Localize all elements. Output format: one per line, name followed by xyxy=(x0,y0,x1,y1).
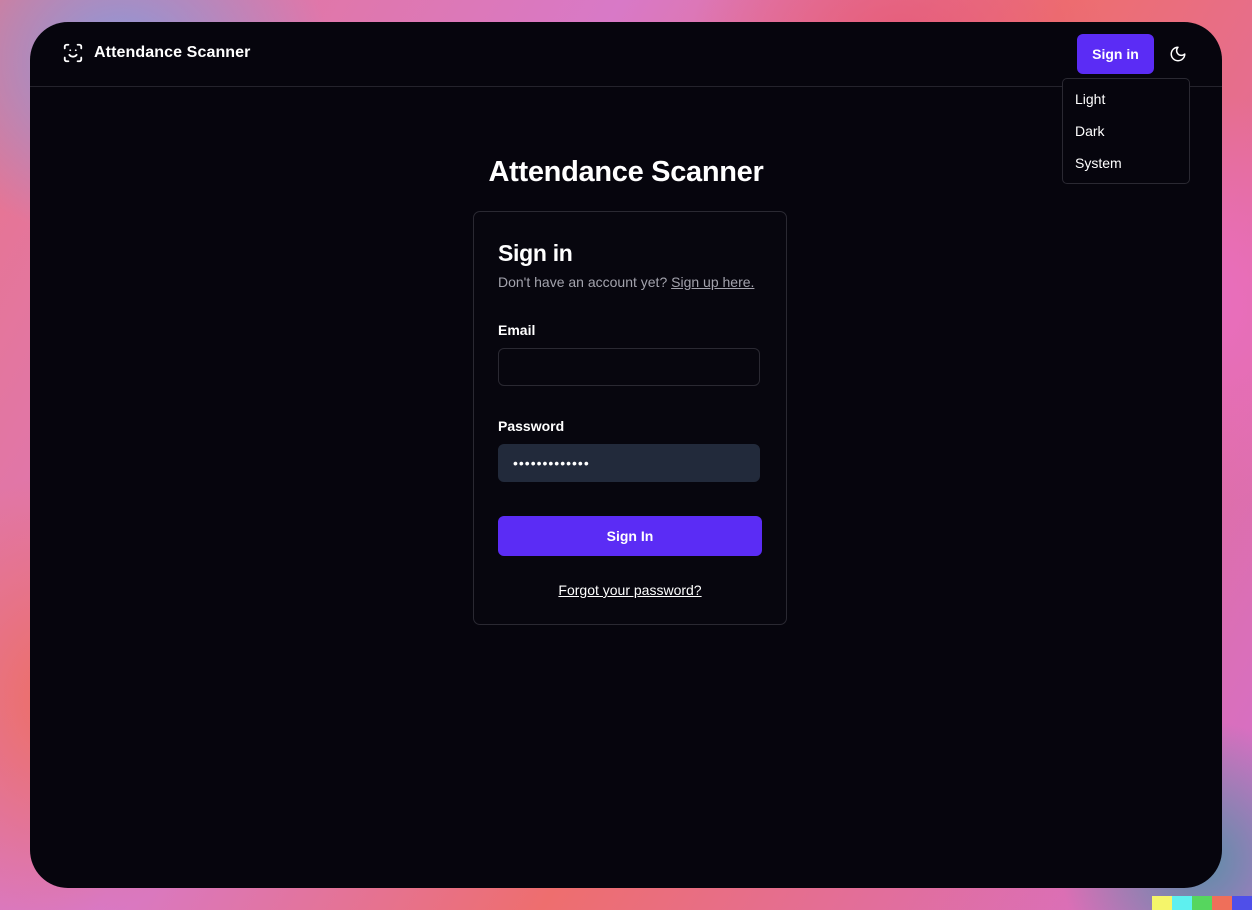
email-field[interactable] xyxy=(498,348,760,386)
theme-toggle-button[interactable] xyxy=(1166,42,1190,66)
top-navbar: Attendance Scanner Sign in xyxy=(30,22,1222,87)
app-window: Attendance Scanner Sign in Light Dark Sy… xyxy=(30,22,1222,888)
theme-option-dark[interactable]: Dark xyxy=(1063,115,1189,147)
card-title: Sign in xyxy=(498,240,573,266)
color-swatches xyxy=(1152,896,1252,910)
email-label: Email xyxy=(498,322,536,338)
signup-link[interactable]: Sign up here. xyxy=(671,274,754,290)
password-label: Password xyxy=(498,418,565,434)
face-scan-icon xyxy=(63,43,83,63)
swatch-green xyxy=(1192,896,1212,910)
password-value: ••••••••••••• xyxy=(513,455,590,471)
forgot-password-link[interactable]: Forgot your password? xyxy=(474,582,786,598)
swatch-cyan xyxy=(1172,896,1192,910)
signin-submit-button[interactable]: Sign In xyxy=(498,516,762,556)
swatch-yellow xyxy=(1152,896,1172,910)
signup-prompt-text: Don't have an account yet? xyxy=(498,274,668,290)
page-title: Attendance Scanner xyxy=(488,156,764,188)
theme-option-light[interactable]: Light xyxy=(1063,83,1189,115)
swatch-blue xyxy=(1232,896,1252,910)
moon-icon xyxy=(1170,46,1186,62)
signup-prompt: Don't have an account yet? Sign up here. xyxy=(498,274,754,290)
password-field[interactable]: ••••••••••••• xyxy=(498,444,760,482)
signin-card: Sign in Don't have an account yet? Sign … xyxy=(473,211,787,625)
swatch-red xyxy=(1212,896,1232,910)
header-signin-button[interactable]: Sign in xyxy=(1077,34,1154,74)
brand[interactable]: Attendance Scanner xyxy=(62,42,251,64)
brand-title: Attendance Scanner xyxy=(94,44,251,61)
